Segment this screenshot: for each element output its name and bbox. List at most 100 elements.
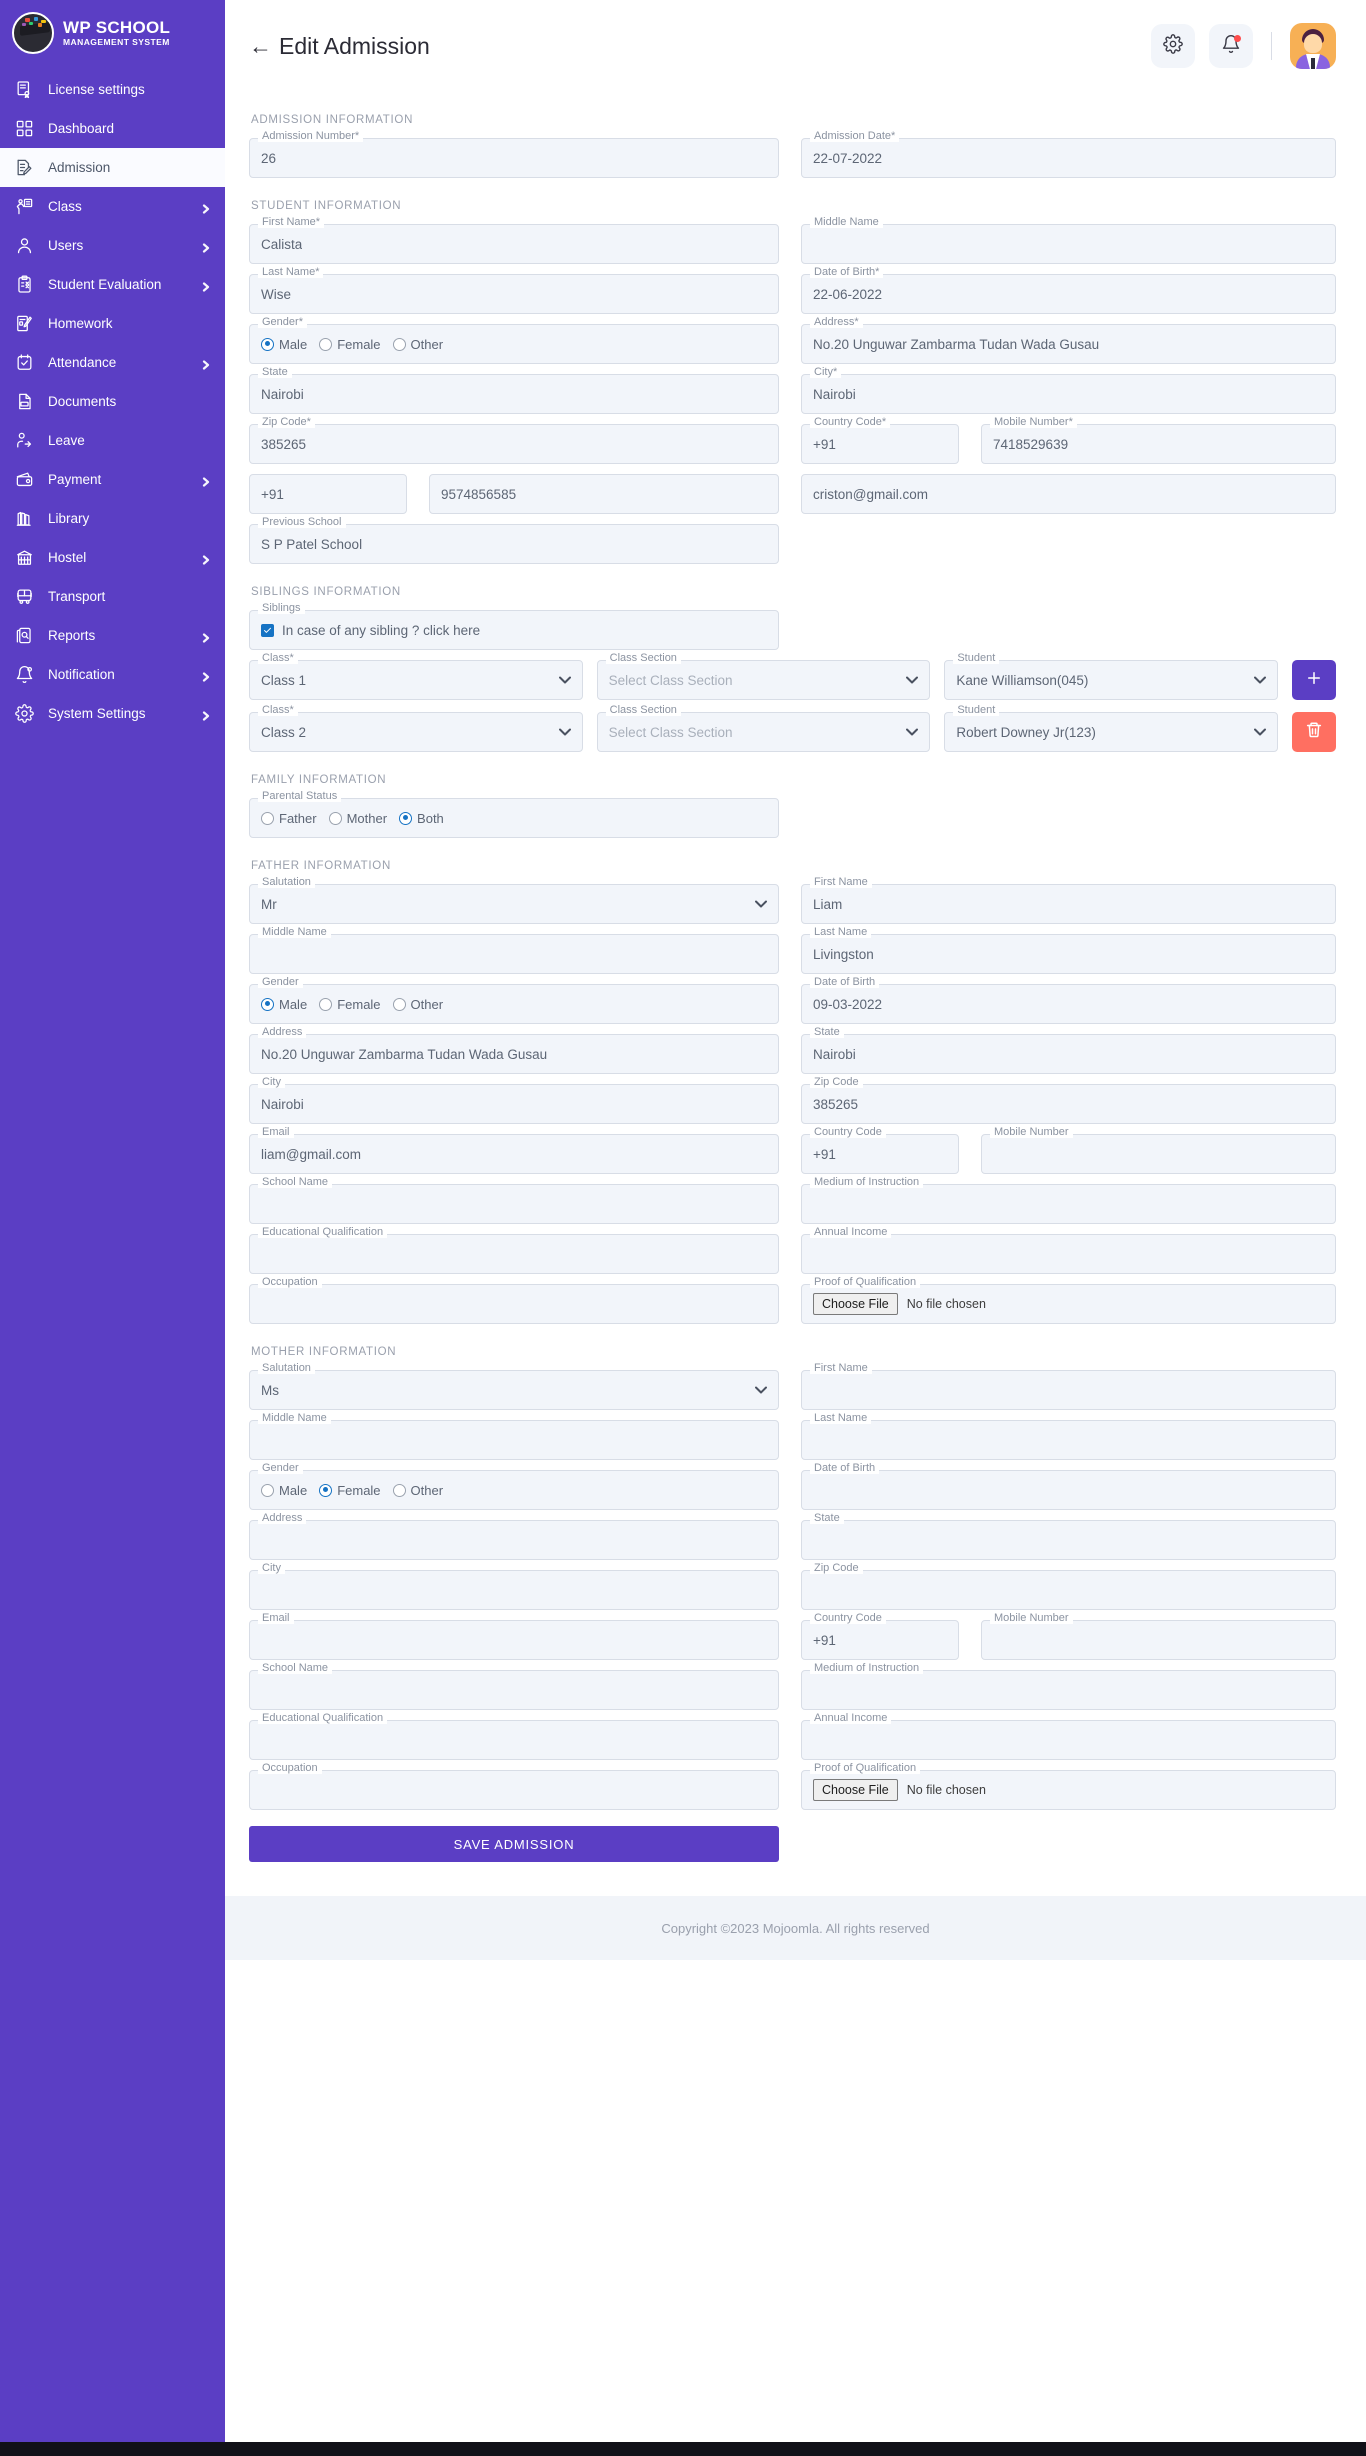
student-dob-field[interactable]: Date of Birth* 22-06-2022 — [801, 267, 1336, 314]
siblings-checkbox[interactable] — [261, 623, 274, 637]
student-gender-female[interactable]: Female — [319, 337, 381, 352]
delete-sibling-button[interactable] — [1292, 712, 1337, 752]
student-zip-field[interactable]: Zip Code* 385265 — [249, 417, 779, 464]
sidebar-item-homework[interactable]: Homework — [0, 304, 225, 343]
mother-income-field[interactable]: Annual Income — [801, 1713, 1336, 1760]
mother-mobile-field[interactable]: Mobile Number — [981, 1613, 1336, 1660]
sibling-student-1-select[interactable]: Student Kane Williamson(045) — [944, 653, 1279, 700]
back-button[interactable]: ← — [249, 34, 272, 58]
student-alt-phone-input[interactable]: 9574856585 — [429, 474, 779, 514]
father-education-field[interactable]: Educational Qualification — [249, 1227, 779, 1274]
sidebar-item-library[interactable]: Library — [0, 499, 225, 538]
mother-education-field[interactable]: Educational Qualification — [249, 1713, 779, 1760]
settings-button[interactable] — [1151, 24, 1195, 68]
mother-salutation-select[interactable]: Salutation Ms — [249, 1363, 779, 1410]
sidebar-item-transport[interactable]: Transport — [0, 577, 225, 616]
father-gender-male[interactable]: Male — [261, 997, 307, 1012]
father-gender-female[interactable]: Female — [319, 997, 381, 1012]
student-gender-other[interactable]: Other — [392, 337, 443, 352]
mother-last-name-field[interactable]: Last Name — [801, 1413, 1336, 1460]
sidebar-item-admission[interactable]: Admission — [0, 148, 225, 187]
sidebar-item-payment[interactable]: Payment — [0, 460, 225, 499]
father-last-name-field[interactable]: Last Name Livingston — [801, 927, 1336, 974]
mother-city-field[interactable]: City — [249, 1563, 779, 1610]
sidebar-item-leave[interactable]: Leave — [0, 421, 225, 460]
parental-status-mother[interactable]: Mother — [328, 811, 387, 826]
sidebar-item-system-settings[interactable]: System Settings — [0, 694, 225, 733]
mother-choose-file-button[interactable]: Choose File — [813, 1779, 898, 1801]
sibling-class-2-select[interactable]: Class* Class 2 — [249, 705, 583, 752]
mother-dob-field[interactable]: Date of Birth — [801, 1463, 1336, 1510]
notifications-button[interactable] — [1209, 24, 1253, 68]
mother-school-name-field[interactable]: School Name — [249, 1663, 779, 1710]
mother-state-field[interactable]: State — [801, 1513, 1336, 1560]
father-first-name-field[interactable]: First Name Liam — [801, 877, 1336, 924]
sidebar-item-hostel[interactable]: Hostel — [0, 538, 225, 577]
sibling-student-2-select[interactable]: Student Robert Downey Jr(123) — [944, 705, 1279, 752]
sidebar-item-reports[interactable]: Reports — [0, 616, 225, 655]
student-gender-male[interactable]: Male — [261, 337, 307, 352]
father-proof-field[interactable]: Proof of Qualification Choose File No fi… — [801, 1277, 1336, 1324]
mother-address-field[interactable]: Address — [249, 1513, 779, 1560]
student-state-field[interactable]: State Nairobi — [249, 367, 779, 414]
sidebar-item-dashboard[interactable]: Dashboard — [0, 109, 225, 148]
father-address-field[interactable]: Address No.20 Unguwar Zambarma Tudan Wad… — [249, 1027, 779, 1074]
father-country-code-field[interactable]: Country Code +91 — [801, 1127, 959, 1174]
student-last-name-field[interactable]: Last Name* Wise — [249, 267, 779, 314]
mother-gender-radio-group[interactable]: Male Female Other — [261, 1483, 443, 1498]
mother-proof-field[interactable]: Proof of Qualification Choose File No fi… — [801, 1763, 1336, 1810]
parental-status-radio-group[interactable]: Father Mother Both — [261, 811, 444, 826]
student-country-code-field[interactable]: Country Code* +91 — [801, 417, 959, 464]
mother-gender-male[interactable]: Male — [261, 1483, 307, 1498]
father-zip-field[interactable]: Zip Code 385265 — [801, 1077, 1336, 1124]
father-income-field[interactable]: Annual Income — [801, 1227, 1336, 1274]
parental-status-both[interactable]: Both — [399, 811, 444, 826]
avatar[interactable] — [1290, 23, 1336, 69]
parental-status-field[interactable]: Parental Status Father Mother Both — [249, 791, 779, 838]
siblings-checkbox-field[interactable]: Siblings In case of any sibling ? click … — [249, 603, 779, 650]
student-middle-name-field[interactable]: Middle Name — [801, 217, 1336, 264]
parental-status-father[interactable]: Father — [261, 811, 317, 826]
mother-email-field[interactable]: Email — [249, 1613, 779, 1660]
father-occupation-field[interactable]: Occupation — [249, 1277, 779, 1324]
sidebar-item-documents[interactable]: Documents — [0, 382, 225, 421]
sidebar-item-users[interactable]: Users — [0, 226, 225, 265]
sibling-section-2-select[interactable]: Class Section Select Class Section — [596, 705, 931, 752]
mother-middle-name-field[interactable]: Middle Name — [249, 1413, 779, 1460]
mother-medium-field[interactable]: Medium of Instruction — [801, 1663, 1336, 1710]
sidebar-item-license-settings[interactable]: License settings — [0, 70, 225, 109]
father-dob-field[interactable]: Date of Birth 09-03-2022 — [801, 977, 1336, 1024]
sidebar-item-notification[interactable]: Notification — [0, 655, 225, 694]
student-previous-school-field[interactable]: Previous School S P Patel School — [249, 517, 779, 564]
add-sibling-button[interactable] — [1292, 660, 1337, 700]
sibling-section-1-select[interactable]: Class Section Select Class Section — [596, 653, 931, 700]
mother-gender-female[interactable]: Female — [319, 1483, 381, 1498]
mother-gender-other[interactable]: Other — [392, 1483, 443, 1498]
father-medium-field[interactable]: Medium of Instruction — [801, 1177, 1336, 1224]
student-address-field[interactable]: Address* No.20 Unguwar Zambarma Tudan Wa… — [801, 317, 1336, 364]
student-city-field[interactable]: City* Nairobi — [801, 367, 1336, 414]
father-gender-other[interactable]: Other — [392, 997, 443, 1012]
father-mobile-field[interactable]: Mobile Number — [981, 1127, 1336, 1174]
student-first-name-field[interactable]: First Name* Calista — [249, 217, 779, 264]
admission-date-field[interactable]: Admission Date* 22-07-2022 — [801, 131, 1336, 178]
sidebar-item-class[interactable]: Class — [0, 187, 225, 226]
father-email-field[interactable]: Email liam@gmail.com — [249, 1127, 779, 1174]
mother-first-name-field[interactable]: First Name — [801, 1363, 1336, 1410]
student-email-input[interactable]: criston@gmail.com — [801, 474, 1336, 514]
father-salutation-select[interactable]: Salutation Mr — [249, 877, 779, 924]
father-state-field[interactable]: State Nairobi — [801, 1027, 1336, 1074]
mother-country-code-field[interactable]: Country Code +91 — [801, 1613, 959, 1660]
father-gender-radio-group[interactable]: Male Female Other — [261, 997, 443, 1012]
father-city-field[interactable]: City Nairobi — [249, 1077, 779, 1124]
father-gender-field[interactable]: Gender Male Female Other — [249, 977, 779, 1024]
student-gender-field[interactable]: Gender* Male Female Other — [249, 317, 779, 364]
mother-zip-field[interactable]: Zip Code — [801, 1563, 1336, 1610]
mother-gender-field[interactable]: Gender Male Female Other — [249, 1463, 779, 1510]
sidebar-item-attendance[interactable]: Attendance — [0, 343, 225, 382]
save-admission-button[interactable]: SAVE ADMISSION — [249, 1826, 779, 1862]
father-choose-file-button[interactable]: Choose File — [813, 1293, 898, 1315]
father-middle-name-field[interactable]: Middle Name — [249, 927, 779, 974]
father-school-name-field[interactable]: School Name — [249, 1177, 779, 1224]
student-gender-radio-group[interactable]: Male Female Other — [261, 337, 443, 352]
